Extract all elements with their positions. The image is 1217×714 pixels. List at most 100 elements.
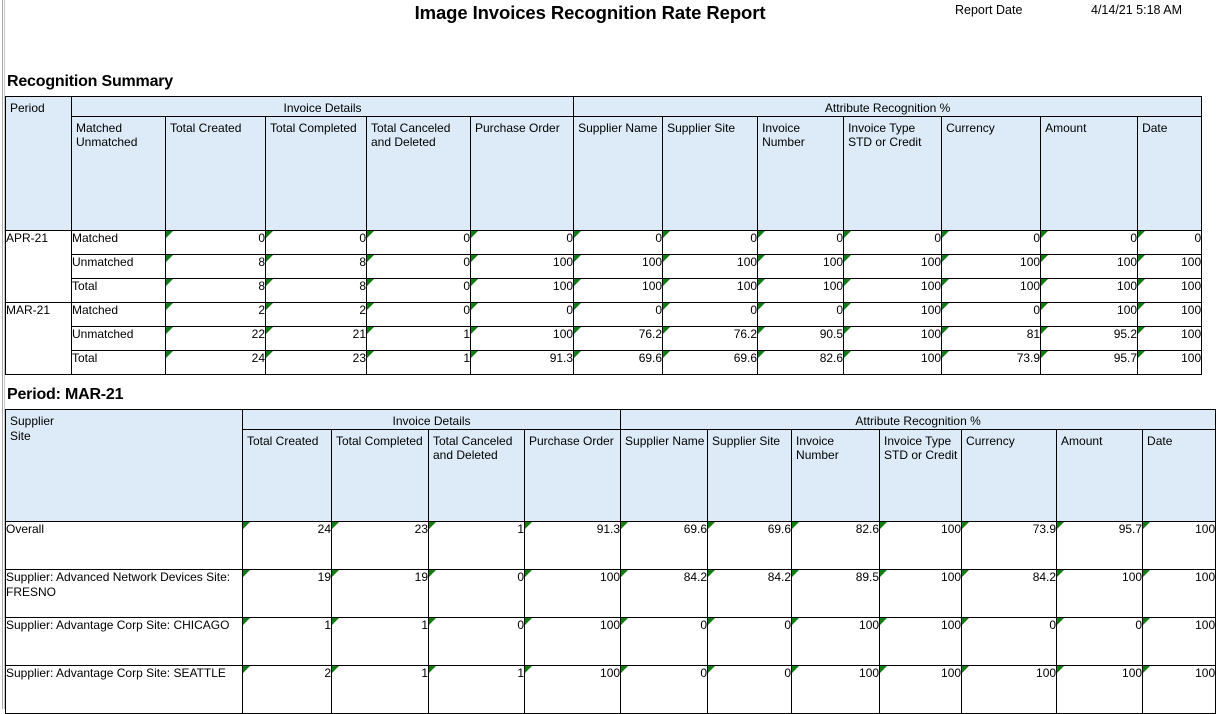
table1-cell-value-8: 81 — [941, 325, 1042, 351]
cell-error-triangle-icon — [471, 231, 478, 238]
cell-error-triangle-icon — [266, 279, 273, 286]
table2-cell-value-6: 100 — [791, 616, 881, 666]
cell-error-triangle-icon — [942, 231, 950, 238]
table2-col-total-canceled-deleted: Total Canceled and Deleted — [428, 428, 525, 522]
table2-header-invoice-details: Invoice Details — [241, 409, 622, 430]
table1-cell-value-4: 69.6 — [573, 349, 664, 375]
table1-col-invoice-number: Invoice Number — [757, 115, 845, 231]
table1-cell-value-6: 100 — [757, 253, 845, 279]
cell-error-triangle-icon — [1143, 522, 1151, 529]
cell-error-triangle-icon — [758, 255, 766, 262]
table2-header-supplier-site-line2: Site — [10, 428, 31, 443]
table1-cell-value-0: 2 — [165, 301, 266, 327]
table1-cell-matched-status: Matched — [71, 301, 166, 327]
table1-cell-value-2: 0 — [366, 253, 471, 279]
cell-error-triangle-icon — [708, 618, 716, 625]
cell-error-triangle-icon — [429, 570, 436, 577]
table2-cell-value-0: 24 — [242, 520, 332, 570]
table2-cell-value-7: 100 — [879, 664, 963, 714]
table1-cell-matched-status: Unmatched — [71, 253, 166, 279]
cell-error-triangle-icon — [1041, 303, 1049, 310]
table2-header-supplier-site: Supplier Site — [5, 409, 243, 522]
table2-cell-value-6: 100 — [791, 664, 881, 714]
table1-cell-value-2: 0 — [366, 229, 471, 255]
cell-error-triangle-icon — [758, 303, 766, 310]
table1-cell-value-4: 76.2 — [573, 325, 664, 351]
table2-cell-value-3: 100 — [523, 664, 622, 714]
cell-error-triangle-icon — [844, 255, 852, 262]
table2-cell-value-2: 0 — [428, 568, 525, 618]
table2-col-total-created: Total Created — [242, 428, 332, 522]
table2-cell-value-10: 100 — [1142, 520, 1217, 570]
table-row: Supplier: Advantage Corp Site: SEATTLE 2 1… — [5, 664, 1217, 714]
report-date-value: 4/14/21 5:18 AM — [1091, 3, 1183, 17]
cell-error-triangle-icon — [1041, 351, 1049, 358]
table1-cell-value-9: 95.2 — [1040, 325, 1139, 351]
table1-cell-value-8: 100 — [941, 253, 1042, 279]
cell-error-triangle-icon — [1057, 570, 1065, 577]
cell-error-triangle-icon — [1138, 303, 1146, 310]
table1-col-date: Date — [1137, 115, 1203, 231]
cell-error-triangle-icon — [880, 666, 888, 673]
cell-error-triangle-icon — [663, 231, 671, 238]
cell-error-triangle-icon — [332, 618, 339, 625]
table1-cell-value-2: 0 — [366, 301, 471, 327]
cell-error-triangle-icon — [332, 570, 339, 577]
table2-cell-value-0: 2 — [242, 664, 332, 714]
table2-cell-value-10: 100 — [1142, 664, 1217, 714]
cell-error-triangle-icon — [367, 279, 374, 286]
table-row: Total 24 23 1 91.3 69.6 69.6 82.6 100 73.9 95.7 100 — [6, 349, 1203, 375]
table2-cell-value-2: 0 — [428, 616, 525, 666]
cell-error-triangle-icon — [621, 522, 629, 529]
cell-error-triangle-icon — [243, 522, 250, 529]
cell-error-triangle-icon — [1041, 279, 1049, 286]
cell-error-triangle-icon — [663, 351, 671, 358]
cell-error-triangle-icon — [942, 255, 950, 262]
table2-cell-value-4: 0 — [620, 664, 709, 714]
table1-cell-value-7: 0 — [843, 229, 943, 255]
cell-error-triangle-icon — [708, 666, 716, 673]
cell-error-triangle-icon — [429, 522, 436, 529]
cell-error-triangle-icon — [266, 255, 273, 262]
table1-col-total-created: Total Created — [165, 115, 266, 231]
table1-cell-value-8: 73.9 — [941, 349, 1042, 375]
cell-error-triangle-icon — [1041, 327, 1049, 334]
table2-cell-value-3: 100 — [523, 616, 622, 666]
cell-error-triangle-icon — [758, 327, 766, 334]
table2-cell-value-6: 89.5 — [791, 568, 881, 618]
cell-error-triangle-icon — [471, 351, 478, 358]
table1-cell-value-7: 100 — [843, 277, 943, 303]
table2-cell-value-10: 100 — [1142, 568, 1217, 618]
cell-error-triangle-icon — [792, 618, 800, 625]
table-row: Unmatched 22 21 1 100 76.2 76.2 90.5 100 81 95.2 10… — [6, 325, 1203, 351]
cell-error-triangle-icon — [708, 522, 716, 529]
table1-cell-value-4: 0 — [573, 301, 664, 327]
cell-error-triangle-icon — [1041, 255, 1049, 262]
table2-cell-value-8: 0 — [961, 616, 1058, 666]
cell-error-triangle-icon — [525, 666, 532, 673]
table1-cell-matched-status: Total — [71, 349, 166, 375]
table1-cell-value-2: 0 — [366, 277, 471, 303]
table-row: APR-21 Matched 0 0 0 0 0 0 0 0 0 0 0 — [5, 229, 1203, 303]
table1-cell-value-4: 100 — [573, 253, 664, 279]
table1-cell-value-2: 1 — [366, 349, 471, 375]
table2-cell-value-9: 95.7 — [1056, 520, 1144, 570]
table1-col-supplier-name: Supplier Name — [573, 115, 664, 231]
table1-cell-value-8: 0 — [941, 301, 1042, 327]
table2-cell-value-6: 82.6 — [791, 520, 881, 570]
table2-cell-value-4: 84.2 — [620, 568, 709, 618]
period-detail-heading: Period: MAR-21 — [7, 386, 124, 403]
table1-cell-value-1: 8 — [265, 253, 367, 279]
table2-cell-supplier-site: Supplier: Advanced Network Devices Site:… — [5, 568, 243, 618]
recognition-summary-heading: Recognition Summary — [7, 73, 174, 90]
cell-error-triangle-icon — [471, 303, 478, 310]
cell-error-triangle-icon — [574, 327, 582, 334]
cell-error-triangle-icon — [429, 666, 436, 673]
table1-group-header-row: Period Invoice Details Attribute Recogni… — [5, 96, 1203, 231]
cell-error-triangle-icon — [1138, 327, 1146, 334]
cell-error-triangle-icon — [708, 570, 716, 577]
table2-cell-value-5: 0 — [707, 616, 793, 666]
cell-error-triangle-icon — [1138, 231, 1146, 238]
table1-cell-value-6: 82.6 — [757, 349, 845, 375]
table1-cell-value-6: 0 — [757, 301, 845, 327]
